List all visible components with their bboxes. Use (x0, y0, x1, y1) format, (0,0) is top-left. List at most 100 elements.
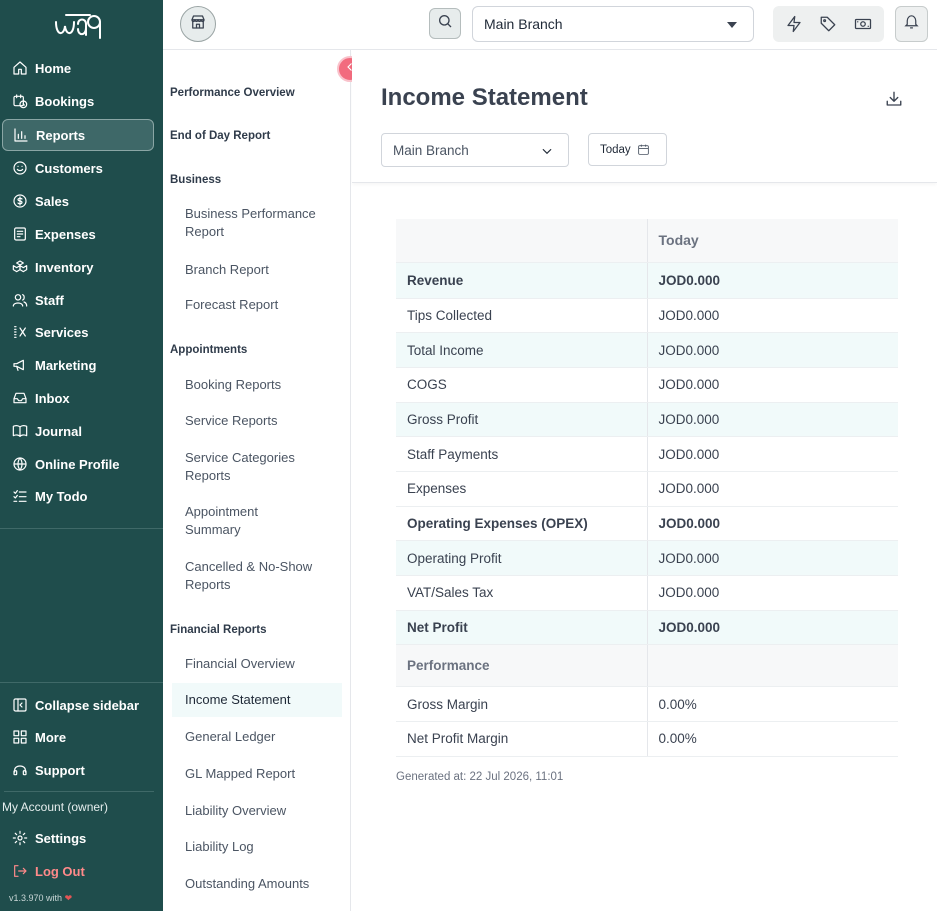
sidebar-item-online-profile[interactable]: Online Profile (2, 448, 154, 480)
sidebar-item-expenses[interactable]: Expenses (2, 218, 154, 250)
subnav-end-of-day[interactable]: End of Day Report (170, 130, 270, 142)
subnav-link[interactable]: Financial Overview (185, 655, 335, 673)
sidebar-item-label: Inbox (35, 390, 70, 406)
store-icon (189, 13, 207, 36)
subnav-link-active[interactable]: Income Statement (172, 683, 342, 717)
sidebar-item-home[interactable]: Home (2, 52, 154, 84)
sidebar-item-label: Log Out (35, 863, 85, 879)
subnav-performance-overview[interactable]: Performance Overview (170, 87, 295, 99)
table-section-row: Performance (396, 644, 898, 688)
row-value: JOD0.000 (647, 402, 898, 438)
sidebar-item-reports[interactable]: Reports (2, 119, 154, 151)
subnav-link[interactable]: General Ledger (185, 728, 335, 746)
download-button[interactable] (885, 90, 905, 110)
inbox-icon (12, 390, 28, 406)
users-icon (12, 292, 28, 308)
row-label: Gross Margin (396, 686, 648, 723)
table-row: Net Profit JOD0.000 (396, 610, 898, 646)
subnav-link[interactable]: Branch Report (185, 261, 335, 279)
branch-select[interactable]: Main Branch (472, 6, 754, 42)
sidebar-item-more[interactable]: More (2, 721, 154, 753)
sidebar-item-staff[interactable]: Staff (2, 284, 154, 316)
sidebar-item-label: Home (35, 60, 72, 76)
sidebar-item-label: Staff (35, 292, 64, 308)
notifications-button[interactable] (895, 6, 928, 42)
row-label: Expenses (396, 471, 648, 507)
collapse-sidebar-button[interactable]: Collapse sidebar (2, 689, 154, 721)
sidebar-item-bookings[interactable]: Bookings (2, 85, 154, 117)
subnav-link[interactable]: Liability Overview (185, 802, 335, 820)
subnav-business-heading: Business (170, 174, 222, 186)
row-label: Net Profit Margin (396, 721, 648, 757)
globe-icon (12, 456, 28, 472)
row-value: 0.00% (647, 686, 898, 723)
subnav-link[interactable]: Forecast Report (185, 296, 335, 314)
table-row: COGS JOD0.000 (396, 367, 898, 403)
subnav-link[interactable]: Appointment Summary (185, 503, 305, 539)
row-label: Revenue (396, 262, 648, 299)
search-icon (437, 13, 453, 34)
row-value: JOD0.000 (647, 540, 898, 576)
sidebar-item-label: Customers (35, 160, 103, 176)
store-button[interactable] (180, 6, 216, 42)
sidebar-item-customers[interactable]: Customers (2, 152, 154, 184)
calendar-icon (631, 143, 650, 156)
sidebar-item-label: Collapse sidebar (35, 697, 140, 713)
book-icon (12, 423, 28, 439)
sidebar-item-label: Settings (35, 830, 87, 846)
subnav-link[interactable]: Service Reports (185, 412, 335, 430)
search-button[interactable] (429, 8, 461, 39)
row-value: JOD0.000 (647, 367, 898, 403)
subnav-link[interactable]: Cancelled & No-Show Reports (185, 558, 335, 594)
subnav-link[interactable]: Business Performance Report (185, 205, 335, 241)
gear-icon (12, 830, 28, 846)
subnav-link[interactable]: GL Mapped Report (185, 765, 335, 783)
section-label: Performance (396, 644, 648, 688)
subnav-link[interactable]: Liability Log (185, 838, 335, 856)
table-row: Operating Expenses (OPEX) JOD0.000 (396, 506, 898, 542)
checklist-icon (12, 488, 28, 504)
sidebar-item-my-todo[interactable]: My Todo (2, 480, 154, 512)
tag-icon[interactable] (817, 13, 839, 35)
generated-timestamp: Generated at: 22 Jul 2026, 11:01 (396, 771, 564, 783)
my-account-label[interactable]: My Account (owner) (2, 800, 108, 814)
logout-button[interactable]: Log Out (2, 855, 154, 887)
sidebar-item-label: Journal (35, 423, 82, 439)
megaphone-icon (12, 357, 28, 373)
main-sidebar: Home Bookings Reports Customers Sales Ex… (0, 0, 163, 911)
reports-subnav: Performance Overview End of Day Report B… (163, 50, 351, 911)
table-row: Revenue JOD0.000 (396, 262, 898, 299)
sidebar-item-label: My Todo (35, 488, 88, 504)
row-value: JOD0.000 (647, 436, 898, 472)
sidebar-item-journal[interactable]: Journal (2, 415, 154, 447)
sidebar-item-support[interactable]: Support (2, 754, 154, 786)
table-row: Total Income JOD0.000 (396, 332, 898, 368)
lightning-icon[interactable] (783, 13, 805, 35)
sidebar-item-label: Support (35, 762, 85, 778)
sidebar-item-inventory[interactable]: Inventory (2, 251, 154, 283)
table-row: Net Profit Margin 0.00% (396, 721, 898, 757)
income-statement-table: Today Revenue JOD0.000 Tips Collected JO… (396, 219, 898, 757)
sidebar-item-label: Expenses (35, 226, 96, 242)
column-header (396, 219, 648, 263)
heart-icon: ❤ (64, 893, 73, 903)
sidebar-item-inbox[interactable]: Inbox (2, 382, 154, 414)
branch-filter-select[interactable]: Main Branch (381, 133, 569, 167)
sidebar-item-services[interactable]: Services (2, 316, 154, 348)
subnav-link[interactable]: Booking Reports (185, 376, 335, 394)
app-logo[interactable] (52, 10, 104, 40)
date-filter-value: Today (600, 143, 631, 156)
smile-icon (12, 160, 28, 176)
sidebar-item-sales[interactable]: Sales (2, 185, 154, 217)
sidebar-item-settings[interactable]: Settings (2, 822, 154, 854)
row-label: Operating Profit (396, 540, 648, 576)
app-version: v1.3.970 with ❤ (9, 893, 73, 903)
cash-icon[interactable] (852, 13, 874, 35)
sidebar-item-marketing[interactable]: Marketing (2, 349, 154, 381)
calendar-clock-icon (12, 93, 28, 109)
row-value: JOD0.000 (647, 471, 898, 507)
subnav-link[interactable]: Service Categories Reports (185, 449, 335, 485)
date-filter-button[interactable]: Today (588, 133, 667, 166)
subnav-link[interactable]: Outstanding Amounts (185, 875, 335, 893)
sidebar-item-label: Services (35, 324, 89, 340)
